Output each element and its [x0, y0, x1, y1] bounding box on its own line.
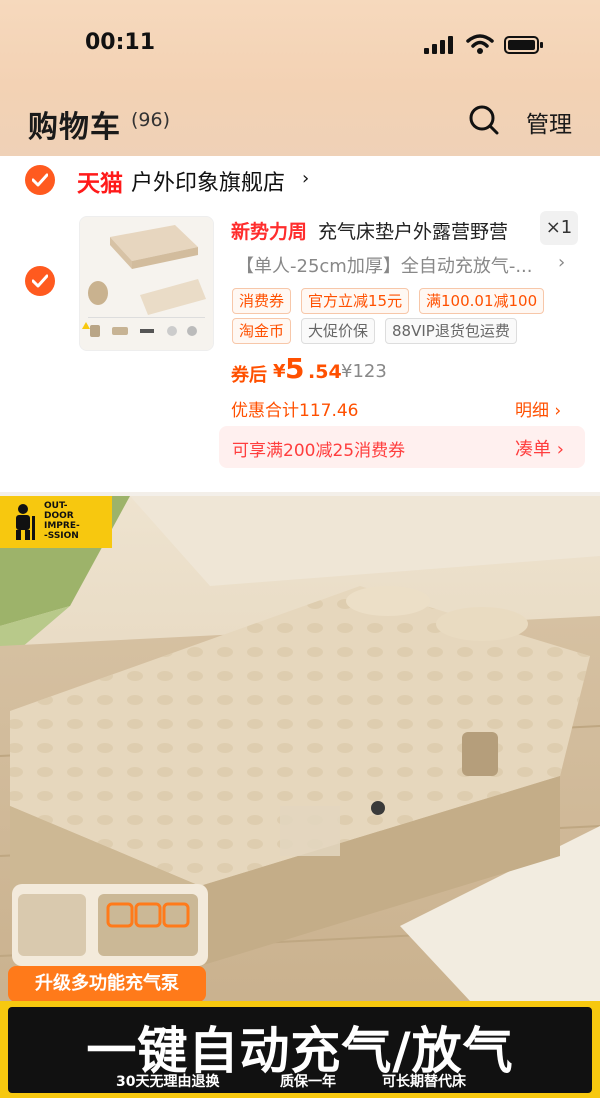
top-header: 00:11 购物车 (96) 管理	[0, 0, 600, 156]
product-title[interactable]: 充气床垫户外露营野营	[318, 217, 508, 244]
coupon-bar[interactable]: 可享满200减25消费券 凑单 ›	[219, 426, 585, 468]
tag-coupon: 消费券	[232, 288, 292, 314]
wifi-icon	[466, 34, 494, 54]
price-integer: 5	[285, 352, 305, 385]
tag-price-protect: 大促价保	[301, 318, 376, 344]
tag-official-discount: 官方立减15元	[301, 288, 410, 314]
price-decimal: .54	[308, 361, 342, 383]
after-coupon-label: 券后	[231, 365, 267, 386]
cart-item-card: 天猫 户外印象旗舰店 › 新势力周 充气床垫户外露营野营 ×1 【单人-25cm…	[0, 156, 600, 492]
sku-selector[interactable]: 【单人-25cm加厚】全自动充放气-...	[236, 252, 533, 278]
headline-banner: 一键自动充气/放气 30天无理由退换 质保一年 可长期替代床	[0, 1001, 600, 1098]
tag-taojinbi: 淘金币	[232, 318, 292, 344]
headline-box: 一键自动充气/放气 30天无理由退换 质保一年 可长期替代床	[8, 1007, 592, 1093]
battery-icon	[504, 36, 543, 54]
product-thumbnail[interactable]	[79, 216, 214, 351]
check-icon	[32, 274, 48, 288]
brand-logo: OUT- DOOR IMPRE- -SSION	[0, 496, 112, 548]
product-ad-image: OUT- DOOR IMPRE- -SSION 升级多功能充气泵 一键自动充气/…	[0, 496, 600, 1098]
feature-item: 质保一年	[280, 1074, 336, 1090]
feature-item: 30天无理由退换	[116, 1074, 220, 1090]
feature-item: 可长期替代床	[382, 1074, 466, 1090]
original-price: ¥123	[341, 361, 387, 382]
chevron-right-icon[interactable]: ›	[558, 252, 565, 273]
quantity-button[interactable]: ×1	[540, 211, 578, 245]
page-title: 购物车	[28, 110, 121, 145]
tmall-brand: 天猫	[77, 171, 123, 197]
feature-list: 30天无理由退换 质保一年 可长期替代床	[8, 1071, 592, 1091]
cart-count: (96)	[131, 109, 171, 131]
add-on-button[interactable]: 凑单 ›	[515, 435, 564, 461]
coupon-text: 可享满200减25消费券	[232, 441, 406, 461]
logo-text: OUT- DOOR IMPRE- -SSION	[44, 501, 80, 541]
tag-threshold-discount: 满100.01减100	[419, 288, 545, 314]
promo-tag: 新势力周	[231, 221, 308, 243]
signal-icon	[424, 36, 453, 54]
discount-total: 优惠合计117.46	[231, 401, 359, 421]
chevron-right-icon[interactable]: ›	[302, 168, 309, 189]
status-time: 00:11	[85, 30, 156, 55]
tag-88vip: 88VIP退货包运费	[385, 318, 517, 344]
upgrade-label: 升级多功能充气泵	[8, 966, 206, 1002]
shop-checkbox[interactable]	[25, 165, 55, 195]
shop-name-link[interactable]: 户外印象旗舰店	[131, 165, 285, 197]
check-icon	[32, 173, 48, 187]
price-currency: ¥	[273, 361, 286, 382]
hiker-icon	[16, 504, 35, 540]
item-checkbox[interactable]	[25, 266, 55, 296]
status-bar: 00:11	[0, 0, 600, 90]
detail-link[interactable]: 明细 ›	[515, 396, 561, 421]
manage-button[interactable]: 管理	[526, 105, 572, 139]
search-icon[interactable]	[468, 104, 500, 136]
